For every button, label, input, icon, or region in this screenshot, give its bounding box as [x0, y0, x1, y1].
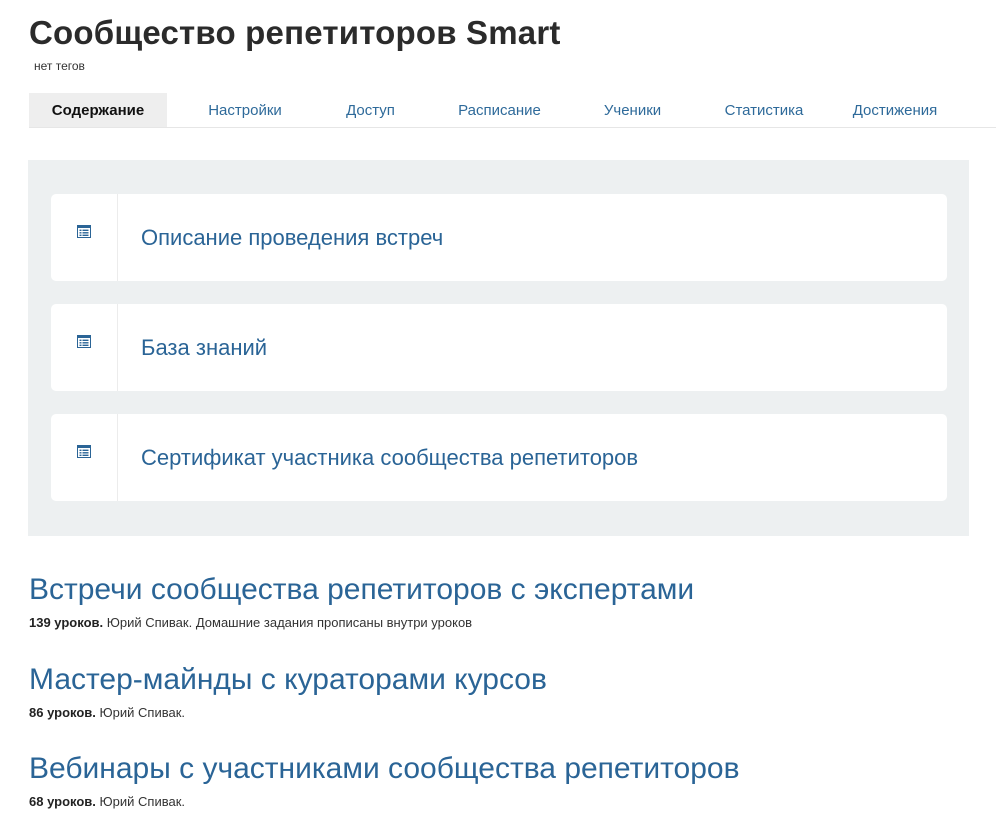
- content-panel: Описание проведения встреч База знаний С…: [28, 160, 969, 536]
- content-card-title: Описание проведения встреч: [141, 224, 444, 250]
- course-meta: 86 уроков. Юрий Спивак.: [29, 705, 547, 720]
- tags-label: нет тегов: [34, 59, 85, 73]
- page: Сообщество репетиторов Smart нет тегов С…: [0, 0, 996, 839]
- card-icon-cell: [51, 414, 118, 501]
- course-details: Юрий Спивак. Домашние задания прописаны …: [103, 615, 473, 630]
- tab-access[interactable]: Доступ: [323, 93, 418, 127]
- tab-content[interactable]: Содержание: [29, 93, 167, 127]
- card-icon-cell: [51, 304, 118, 391]
- document-list-icon: [77, 445, 91, 458]
- content-card-title: База знаний: [141, 334, 268, 360]
- content-card-title: Сертификат участника сообщества репетито…: [141, 444, 639, 470]
- course-title-link[interactable]: Вебинары с участниками сообщества репети…: [29, 752, 740, 786]
- course-title-link[interactable]: Встречи сообщества репетиторов с эксперт…: [29, 573, 694, 607]
- tab-statistics[interactable]: Статистика: [684, 93, 844, 127]
- document-list-icon: [77, 335, 91, 348]
- course-meta: 68 уроков. Юрий Спивак.: [29, 794, 740, 809]
- page-title: Сообщество репетиторов Smart: [29, 14, 561, 51]
- card-icon-cell: [51, 194, 118, 281]
- tab-students[interactable]: Ученики: [581, 93, 684, 127]
- course-details: Юрий Спивак.: [95, 794, 185, 809]
- lesson-count: 139 уроков.: [29, 615, 104, 630]
- course-title-link[interactable]: Мастер-майнды с кураторами курсов: [29, 663, 547, 697]
- course-meta: 139 уроков. Юрий Спивак. Домашние задани…: [29, 615, 694, 630]
- tab-achievements[interactable]: Достижения: [844, 93, 946, 127]
- course-section: Встречи сообщества репетиторов с эксперт…: [29, 573, 694, 630]
- document-list-icon: [77, 225, 91, 238]
- tab-bar: Содержание Настройки Доступ Расписание У…: [29, 93, 996, 128]
- content-card[interactable]: Сертификат участника сообщества репетито…: [51, 414, 947, 501]
- content-card[interactable]: База знаний: [51, 304, 947, 391]
- content-card[interactable]: Описание проведения встреч: [51, 194, 947, 281]
- course-section: Мастер-майнды с кураторами курсов 86 уро…: [29, 663, 547, 720]
- course-details: Юрий Спивак.: [95, 705, 185, 720]
- course-section: Вебинары с участниками сообщества репети…: [29, 752, 740, 809]
- tab-schedule[interactable]: Расписание: [418, 93, 581, 127]
- lesson-count: 86 уроков.: [29, 705, 96, 720]
- tab-settings[interactable]: Настройки: [167, 93, 323, 127]
- lesson-count: 68 уроков.: [29, 794, 96, 809]
